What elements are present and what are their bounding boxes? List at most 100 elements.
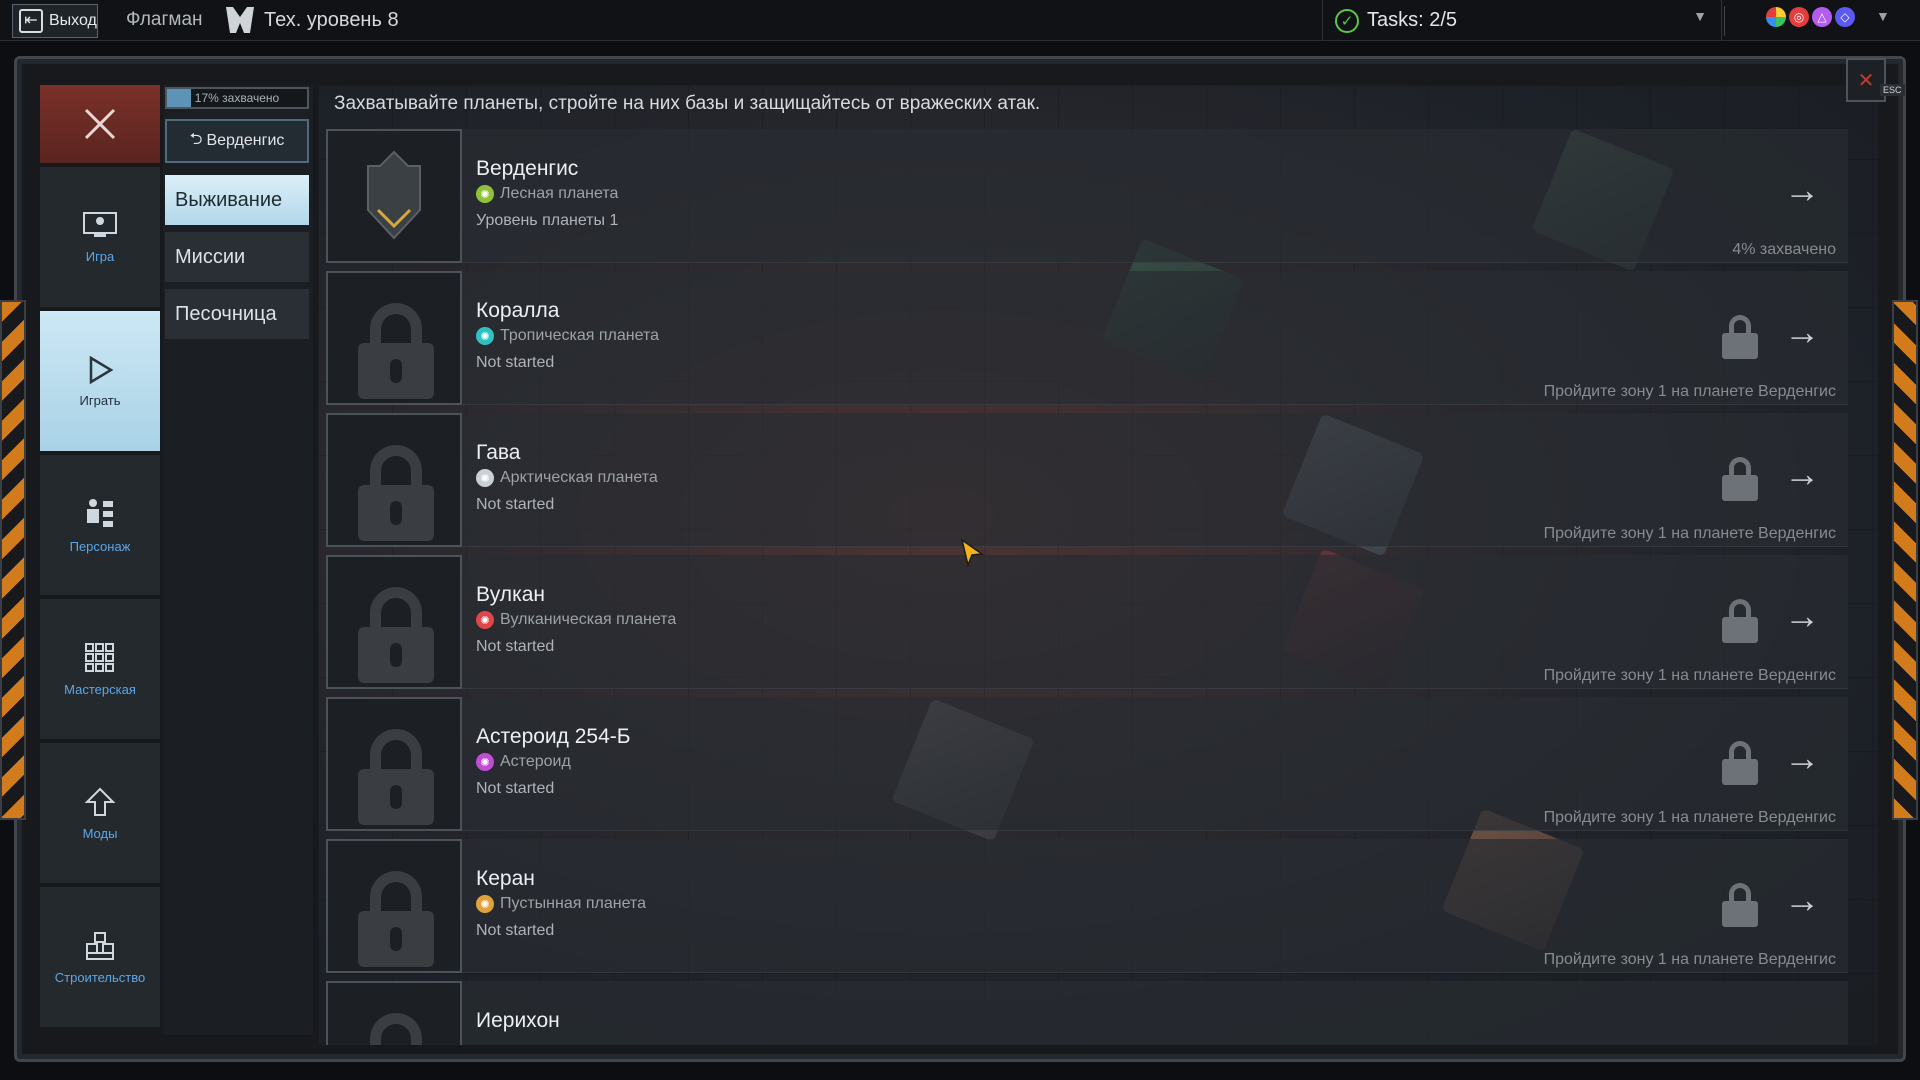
blocks-icon — [86, 931, 114, 960]
planet-type: ✺ Астероид — [476, 753, 571, 771]
purple-triangle-icon: △ — [1812, 7, 1832, 27]
lock-icon — [1722, 883, 1758, 927]
planet-type-label: Вулканическая планета — [500, 611, 677, 628]
mode-survival[interactable]: Выживание — [165, 175, 309, 225]
nav-item-label: Моды — [82, 825, 118, 841]
planet-thumbnail — [326, 271, 462, 405]
arrow-right-icon[interactable]: → — [1784, 737, 1820, 779]
nav-item-label: Играть — [79, 392, 121, 408]
tasks-dropdown[interactable]: ✓ Tasks: 2/5 ▼ — [1322, 0, 1722, 41]
planet-type-label: Пустынная планета — [500, 895, 646, 912]
close-button[interactable] — [40, 85, 160, 163]
chevron-down-icon: ▼ — [1693, 8, 1707, 24]
red-resource-icon: ◎ — [1789, 7, 1809, 27]
planet-row[interactable]: Керан ✺ Пустынная планета Not started → Про… — [326, 839, 1848, 973]
planet-row[interactable]: Коралла ✺ Тропическая планета Not started… — [326, 271, 1848, 405]
rank-shield-icon — [367, 150, 421, 240]
nav-item-workshop[interactable]: Мастерская — [40, 599, 160, 739]
planet-name: Керан — [476, 867, 535, 890]
planet-type: ✺ Лесная планета — [476, 185, 618, 203]
side-nav: Игра Играть Персонаж Мастерская Моды Стр… — [40, 85, 160, 1035]
mode-sandbox[interactable]: Песочница — [165, 289, 309, 339]
blue-diamond-icon: ◇ — [1835, 7, 1855, 27]
planet-status: Not started — [476, 922, 555, 939]
arrow-right-icon[interactable]: → — [1784, 311, 1820, 353]
planet-thumbnail — [326, 839, 462, 973]
nav-item-character[interactable]: Персонаж — [40, 455, 160, 595]
tasks-label: Tasks: 2/5 — [1367, 9, 1458, 31]
keyhole — [390, 643, 402, 667]
mode-description: Захватывайте планеты, стройте на них баз… — [334, 93, 1041, 114]
resource-chips[interactable]: ◎ △ ◇ — [1766, 7, 1855, 27]
planet-type: ✺ Арктическая планета — [476, 469, 658, 487]
planet-row[interactable]: Гава ✺ Арктическая планета Not started → Пр… — [326, 413, 1848, 547]
planet-row[interactable]: Иерихон — [326, 981, 1848, 1045]
keyhole — [390, 785, 402, 809]
arrow-right-icon[interactable]: → — [1784, 169, 1820, 211]
planet-status: Not started — [476, 780, 555, 797]
lock-icon — [1722, 315, 1758, 359]
lock-icon — [370, 1013, 422, 1045]
exit-icon: ⇤ — [19, 9, 43, 33]
mouse-cursor-icon — [960, 538, 985, 568]
tech-emblem-icon — [226, 7, 254, 33]
arrow-right-icon[interactable]: → — [1784, 879, 1820, 921]
planet-requirement: Пройдите зону 1 на планете Верденгис — [1543, 383, 1836, 400]
return-icon: ⮌ — [189, 130, 203, 148]
top-bar: ⇤ Выход Флагман Тех. уровень 8 ✓ Tasks: … — [0, 0, 1920, 41]
planet-status: Not started — [476, 638, 555, 655]
progress-label: 17% захвачено — [194, 91, 280, 105]
nav-item-label: Мастерская — [64, 681, 136, 697]
nav-item-label: Игра — [85, 248, 115, 264]
planet-thumbnail — [326, 129, 462, 263]
planet-type: ✺ Вулканическая планета — [476, 611, 676, 629]
planet-name: Коралла — [476, 299, 560, 322]
planet-thumbnail — [326, 413, 462, 547]
lock-icon — [1722, 741, 1758, 785]
planet-name: Гава — [476, 441, 521, 464]
nav-item-building[interactable]: Строительство — [40, 887, 160, 1027]
arrow-up-icon — [84, 787, 116, 816]
hazard-stripe-left — [0, 300, 26, 820]
nav-item-game[interactable]: Игра — [40, 167, 160, 307]
planet-requirement: Пройдите зону 1 на планете Верденгис — [1543, 809, 1836, 826]
exit-button[interactable]: ⇤ Выход — [12, 4, 98, 38]
planet-row[interactable]: Астероид 254-Б ✺ Астероид Not started → Про… — [326, 697, 1848, 831]
capture-progress-bar: 17% захвачено — [165, 87, 309, 109]
check-icon: ✓ — [1335, 8, 1359, 33]
esc-label: ESC — [1880, 84, 1905, 96]
play-icon — [89, 355, 114, 384]
planet-name: Астероид 254-Б — [476, 725, 631, 748]
planet-type: ✺ Тропическая планета — [476, 327, 659, 345]
keyhole — [390, 927, 402, 951]
multicolor-resource-icon — [1766, 7, 1786, 27]
planet-name: Вулкан — [476, 583, 545, 606]
planet-name: Иерихон — [476, 1009, 560, 1032]
planet-status: Not started — [476, 496, 555, 513]
planet-thumbnail — [326, 555, 462, 689]
planet-requirement: Пройдите зону 1 на планете Верденгис — [1543, 667, 1836, 684]
planet-row[interactable]: Верденгис ✺ Лесная планета Уровень планет… — [326, 129, 1848, 263]
planet-type-label: Астероид — [500, 753, 571, 770]
nav-item-mods[interactable]: Моды — [40, 743, 160, 883]
mode-submenu: 17% захвачено ⮌ Верденгис Выживание Мисс… — [163, 85, 313, 1035]
character-icon — [87, 498, 113, 527]
flagship-link[interactable]: Флагман — [126, 9, 203, 31]
current-planet-button[interactable]: ⮌ Верденгис — [165, 119, 309, 163]
planet-thumbnail — [326, 981, 462, 1045]
planet-status: Уровень планеты 1 — [476, 212, 619, 229]
planet-type-label: Тропическая планета — [500, 327, 660, 344]
lock-icon — [1722, 599, 1758, 643]
planet-type-icon: ✺ — [476, 469, 494, 487]
hazard-stripe-right — [1892, 300, 1918, 820]
arrow-right-icon[interactable]: → — [1784, 453, 1820, 495]
planet-requirement: 4% захвачено — [1732, 241, 1836, 258]
monitor-icon — [83, 211, 117, 237]
mode-missions[interactable]: Миссии — [165, 232, 309, 282]
arrow-right-icon[interactable]: → — [1784, 595, 1820, 637]
planet-name: Верденгис — [476, 157, 579, 180]
planet-row[interactable]: Вулкан ✺ Вулканическая планета Not starte… — [326, 555, 1848, 689]
nav-item-play[interactable]: Играть — [40, 311, 160, 451]
chevron-down-icon[interactable]: ▼ — [1876, 8, 1890, 24]
planet-type-icon: ✺ — [476, 327, 494, 345]
